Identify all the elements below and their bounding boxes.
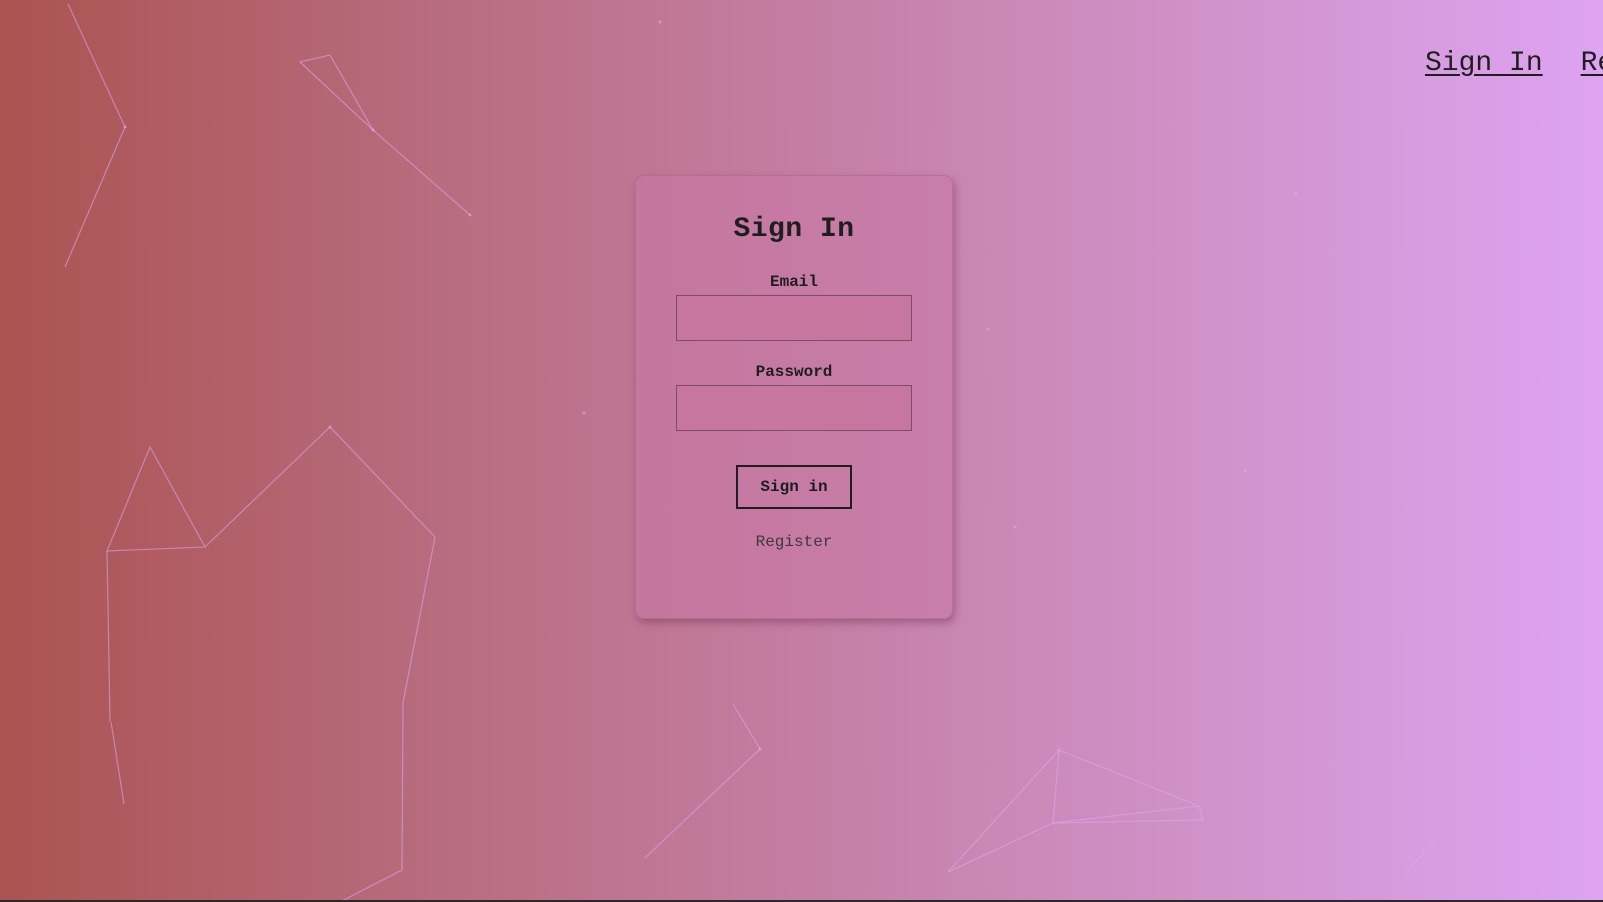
register-link[interactable]: Register bbox=[756, 533, 833, 551]
password-label: Password bbox=[755, 363, 833, 381]
bg-dot bbox=[123, 125, 127, 129]
bg-dot bbox=[582, 411, 586, 415]
form-title: Sign In bbox=[733, 214, 855, 245]
top-navigation: Sign In Register bbox=[1425, 48, 1603, 88]
bg-line bbox=[106, 445, 206, 552]
bg-line bbox=[64, 3, 126, 268]
bg-dot bbox=[658, 20, 662, 24]
email-label: Email bbox=[769, 273, 818, 291]
bg-dot bbox=[758, 747, 762, 751]
bg-dot bbox=[328, 425, 332, 429]
bg-line bbox=[204, 426, 436, 902]
bg-line bbox=[299, 61, 374, 131]
bg-dot bbox=[986, 327, 990, 331]
bg-line bbox=[110, 721, 125, 805]
bg-dot bbox=[468, 213, 472, 217]
sign-in-button[interactable]: Sign in bbox=[736, 465, 852, 509]
bg-line bbox=[947, 749, 1060, 873]
bg-line bbox=[1404, 840, 1436, 874]
bg-dot bbox=[1057, 748, 1061, 752]
bg-dot bbox=[1294, 191, 1298, 195]
bg-line bbox=[644, 703, 761, 859]
email-input[interactable] bbox=[676, 295, 912, 341]
bg-line bbox=[299, 54, 471, 216]
bg-dot bbox=[1013, 525, 1017, 529]
bg-line bbox=[106, 550, 111, 723]
bg-line bbox=[947, 822, 1054, 873]
bg-dot bbox=[371, 128, 375, 132]
nav-register-link[interactable]: Register bbox=[1581, 48, 1603, 79]
bg-line bbox=[1052, 749, 1204, 824]
sign-in-card: Sign In Email Password Sign in Register bbox=[635, 175, 953, 619]
nav-sign-in-link[interactable]: Sign In bbox=[1425, 48, 1543, 79]
password-input[interactable] bbox=[676, 385, 912, 431]
bg-dot bbox=[1243, 469, 1247, 473]
